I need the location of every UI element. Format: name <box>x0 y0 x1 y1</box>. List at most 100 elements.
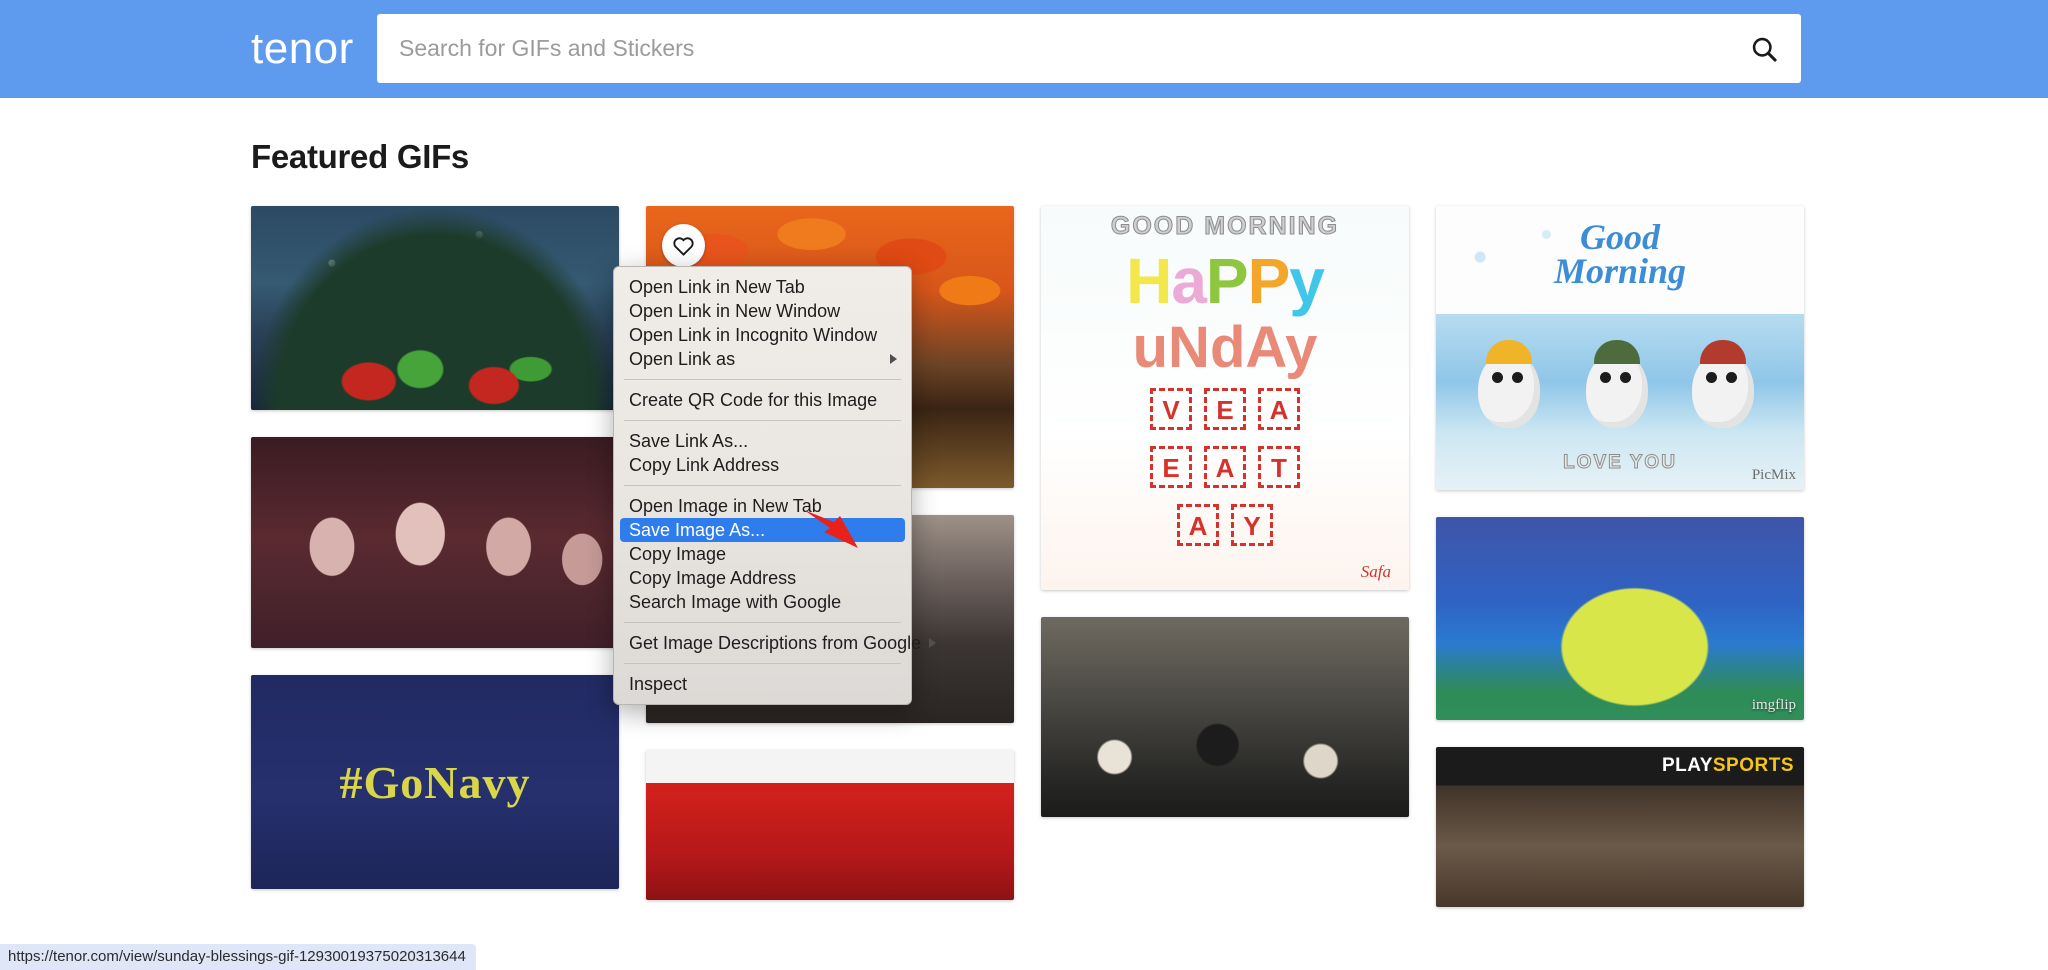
gif-thumbnail <box>251 437 619 648</box>
gif-card-red[interactable] <box>646 750 1014 900</box>
gif-card-xmas-candles[interactable] <box>251 206 619 410</box>
happy-letter: P <box>1247 245 1291 317</box>
gif-card-penguins[interactable]: Good Morning LOVE YOU PicMix <box>1436 206 1804 490</box>
menu-item-label: Save Link As... <box>629 431 749 451</box>
menu-item-open-link-new-tab[interactable]: Open Link in New Tab <box>614 275 911 299</box>
good-morning-script: Good Morning <box>1436 219 1804 291</box>
gonavy-text: #GoNavy <box>339 756 531 808</box>
menu-item-open-link-incognito[interactable]: Open Link in Incognito Window <box>614 323 911 347</box>
context-menu[interactable]: Open Link in New Tab Open Link in New Wi… <box>613 266 937 705</box>
menu-item-inspect[interactable]: Inspect <box>614 672 911 696</box>
penguin-eye <box>1620 372 1631 383</box>
gif-thumbnail: Good Morning LOVE YOU PicMix <box>1436 206 1804 490</box>
menu-separator <box>624 663 901 664</box>
menu-item-open-link-new-window[interactable]: Open Link in New Window <box>614 299 911 323</box>
menu-item-save-link-as[interactable]: Save Link As... <box>614 429 911 453</box>
page-content: Featured GIFs #GoNavy GOOD MORNING HaPPy… <box>0 98 2048 970</box>
signature-text: Safa <box>1360 562 1391 581</box>
letter-box-row: AY <box>1041 504 1409 546</box>
menu-item-label: Copy Link Address <box>629 455 780 475</box>
annotation-arrow-icon <box>804 510 858 548</box>
gif-card-gonavy[interactable]: #GoNavy <box>251 675 619 889</box>
menu-item-copy-image-address[interactable]: Copy Image Address <box>614 566 911 590</box>
menu-item-label: Open Link in Incognito Window <box>629 325 878 345</box>
letter-box-row: VEA <box>1041 388 1409 430</box>
penguin-eye <box>1706 372 1717 383</box>
gif-thumbnail: #GoNavy <box>251 675 619 889</box>
gif-thumbnail: GOOD MORNING HaPPy uNdAy VEA EAT AY Safa <box>1041 206 1409 590</box>
letter-box: A <box>1177 504 1219 546</box>
penguin-hat <box>1594 340 1640 364</box>
letter-box: A <box>1204 446 1246 488</box>
penguin-hat <box>1486 340 1532 364</box>
menu-item-label: Inspect <box>629 674 688 694</box>
letter-box-row: EAT <box>1041 446 1409 488</box>
search-button[interactable] <box>1727 14 1801 83</box>
gif-card-good-morning-happy-sunday[interactable]: GOOD MORNING HaPPy uNdAy VEA EAT AY Safa <box>1041 206 1409 590</box>
gif-thumbnail <box>251 206 619 410</box>
gif-card-spongebob[interactable]: imgflip <box>1436 517 1804 720</box>
gif-thumbnail: PLAYSPORTS <box>1436 747 1804 907</box>
happy-letter: y <box>1289 245 1325 317</box>
playsports-brand: PLAY <box>1661 755 1713 776</box>
menu-item-label: Get Image Descriptions from Google <box>629 633 922 653</box>
site-header: tenor <box>0 0 2048 98</box>
happy-letter: a <box>1171 245 1207 317</box>
penguin-eye <box>1726 372 1737 383</box>
grid-column-3: GOOD MORNING HaPPy uNdAy VEA EAT AY Safa <box>1041 206 1409 907</box>
menu-item-open-link-as[interactable]: Open Link as <box>614 347 911 371</box>
sunday-text: uNdAy <box>1132 315 1318 380</box>
penguin-figure <box>1692 340 1754 428</box>
letter-box: E <box>1204 388 1246 430</box>
search-input[interactable] <box>377 35 1727 62</box>
penguin-eye <box>1492 372 1503 383</box>
letter-box: T <box>1258 446 1300 488</box>
letter-box: V <box>1150 388 1192 430</box>
gif-card-skeletons[interactable] <box>251 437 619 648</box>
happy-letter: H <box>1126 245 1172 317</box>
menu-separator <box>624 379 901 380</box>
gif-card-crowd[interactable] <box>1041 617 1409 817</box>
letter-box: A <box>1258 388 1300 430</box>
grid-column-4: Good Morning LOVE YOU PicMix imgflip PLA… <box>1436 206 1804 907</box>
menu-item-get-image-descriptions[interactable]: Get Image Descriptions from Google <box>614 631 937 655</box>
menu-item-label: Open Link in New Window <box>629 301 841 321</box>
search-icon <box>1752 37 1777 62</box>
penguin-figure <box>1586 340 1648 428</box>
search-bar[interactable] <box>377 14 1801 83</box>
playsports-accent: SPORTS <box>1712 755 1794 776</box>
menu-item-label: Create QR Code for this Image <box>629 390 878 410</box>
menu-separator <box>624 485 901 486</box>
happy-letter: P <box>1205 245 1249 317</box>
penguin-hat <box>1700 340 1746 364</box>
menu-item-label: Copy Image Address <box>629 568 797 588</box>
penguin-figure <box>1478 340 1540 428</box>
menu-item-search-image-with-google[interactable]: Search Image with Google <box>614 590 911 614</box>
gif-card-playsports[interactable]: PLAYSPORTS <box>1436 747 1804 907</box>
chevron-right-icon <box>890 354 897 364</box>
penguin-eye <box>1600 372 1611 383</box>
menu-item-label: Search Image with Google <box>629 592 842 612</box>
gif-thumbnail <box>1041 617 1409 817</box>
playsports-logo: PLAYSPORTS <box>1662 755 1794 777</box>
gif-grid: #GoNavy #sunday-blessings <box>251 206 1804 907</box>
letter-box: E <box>1150 446 1192 488</box>
favorite-button[interactable] <box>662 224 705 267</box>
penguin-eye <box>1512 372 1523 383</box>
script-line-2: Morning <box>1553 251 1687 291</box>
happy-text: HaPPy <box>1041 244 1409 318</box>
menu-item-label: Open Link in New Tab <box>629 277 805 297</box>
grid-column-1: #GoNavy <box>251 206 619 907</box>
good-morning-text: GOOD MORNING <box>1110 212 1340 241</box>
heart-icon <box>673 237 694 256</box>
picmix-watermark: PicMix <box>1751 467 1796 483</box>
tenor-logo[interactable]: tenor <box>251 22 354 76</box>
menu-separator <box>624 420 901 421</box>
browser-page: tenor Featured GIFs <box>0 0 2048 970</box>
letter-box: Y <box>1231 504 1273 546</box>
love-you-caption: LOVE YOU <box>1563 452 1677 474</box>
menu-separator <box>624 622 901 623</box>
menu-item-copy-link-address[interactable]: Copy Link Address <box>614 453 911 477</box>
gif-thumbnail <box>646 750 1014 900</box>
menu-item-create-qr-code[interactable]: Create QR Code for this Image <box>614 388 911 412</box>
